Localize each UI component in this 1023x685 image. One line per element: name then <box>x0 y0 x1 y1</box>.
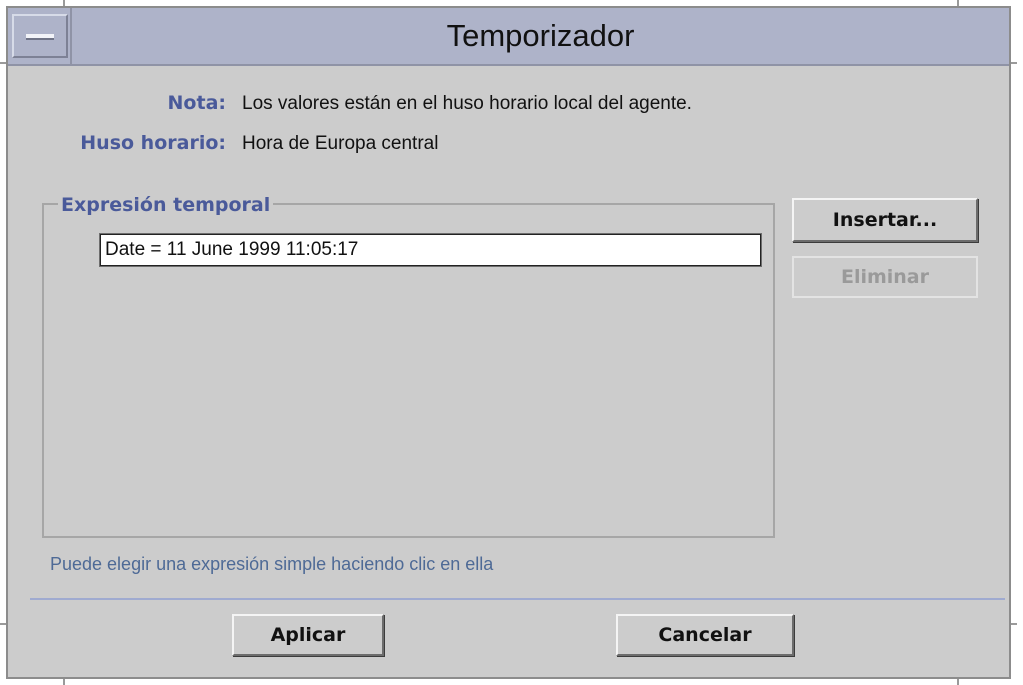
timezone-value: Hora de Europa central <box>242 133 439 154</box>
window-title: Temporizador <box>446 18 635 53</box>
footer-separator <box>30 598 1005 600</box>
note-text: Los valores están en el huso horario loc… <box>242 93 692 114</box>
delete-button[interactable]: Eliminar <box>792 256 978 298</box>
insert-button[interactable]: Insertar... <box>792 198 978 242</box>
expression-list[interactable]: Date = 11 June 1999 11:05:17 <box>99 233 762 267</box>
window-menu-icon <box>26 34 54 40</box>
temporal-expression-title: Expresión temporal <box>58 194 274 216</box>
list-item[interactable]: Date = 11 June 1999 11:05:17 <box>100 234 761 266</box>
hint-text: Puede elegir una expresión simple hacien… <box>50 554 494 574</box>
title-bar[interactable]: Temporizador <box>8 8 1009 66</box>
timezone-label: Huso horario: <box>80 132 226 154</box>
cancel-button[interactable]: Cancelar <box>616 614 794 656</box>
window-menu-button[interactable] <box>12 14 68 58</box>
apply-button[interactable]: Aplicar <box>232 614 384 656</box>
timer-dialog: Temporizador Nota: Los valores están en … <box>6 6 1011 679</box>
note-label: Nota: <box>167 92 226 114</box>
